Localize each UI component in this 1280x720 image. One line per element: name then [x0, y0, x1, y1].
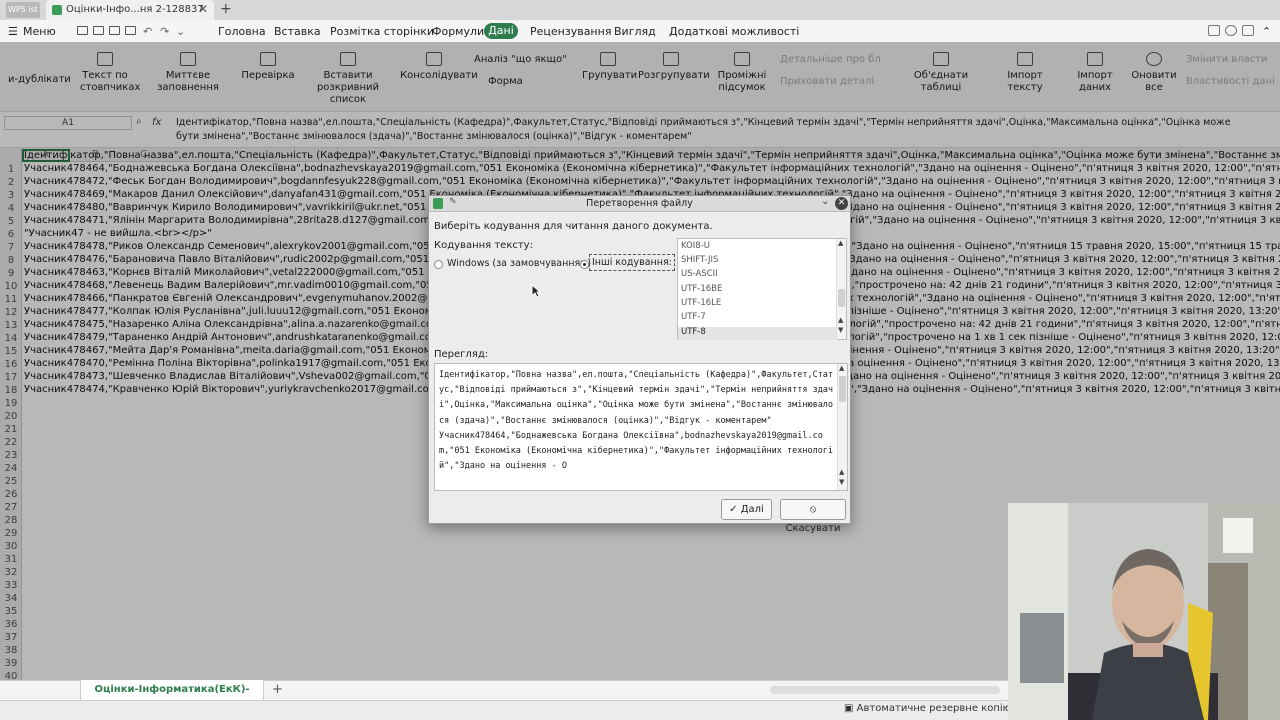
backup-icon: ▣	[844, 703, 857, 714]
open-folder-icon[interactable]	[77, 26, 88, 35]
settings-icon[interactable]	[1225, 25, 1237, 36]
add-sheet-button[interactable]: +	[272, 682, 283, 697]
scroll-down-icon[interactable]: ▼	[839, 478, 844, 486]
encoding-label: Кодування тексту:	[434, 240, 533, 251]
new-tab-button[interactable]: +	[220, 1, 232, 17]
radio-windows-label[interactable]: Windows (за замовчуванням)	[447, 258, 591, 269]
close-icon[interactable]: ✕	[835, 197, 848, 210]
cancel-label: Скасувати	[785, 523, 841, 534]
dialog-title: Перетворення файлу	[586, 198, 693, 209]
autosave-status: ▣ Автоматичне резервне копіюван	[844, 703, 1030, 714]
scroll-up-icon[interactable]: ▲	[838, 239, 843, 247]
encoding-option[interactable]: US-ASCII	[681, 269, 718, 279]
document-tab-label: Оцінки-Інфо...ня 2-128837	[66, 4, 204, 15]
preview-scrollbar[interactable]: ▲ ▲ ▼	[837, 364, 847, 490]
encoding-option[interactable]: UTF-16LE	[681, 298, 721, 308]
save-icon[interactable]	[93, 26, 104, 35]
radio-other-encoding[interactable]	[580, 260, 589, 269]
preview-text: Ідентифікатор,"Повна назва",ел.пошта,"Сп…	[439, 370, 834, 472]
preview-label: Перегляд:	[434, 349, 489, 360]
next-button[interactable]: ✓ Далі	[721, 499, 772, 520]
scroll-up-icon[interactable]: ▲	[839, 364, 844, 372]
spreadsheet-icon	[52, 5, 62, 15]
cancel-icon: ⦸	[809, 504, 817, 515]
webcam-video	[1008, 503, 1280, 720]
help-icon[interactable]	[1242, 25, 1254, 36]
preview-box: Ідентифікатор,"Повна назва",ел.пошта,"Сп…	[434, 363, 848, 491]
check-icon: ✓	[729, 504, 741, 515]
close-tab-icon[interactable]: ✕	[198, 2, 208, 16]
tab-bar: WPS ist Оцінки-Інфо...ня 2-128837 ✕ +	[0, 0, 1280, 20]
tab-data[interactable]: Дані	[484, 23, 518, 39]
radio-windows[interactable]	[434, 260, 443, 269]
horizontal-scrollbar[interactable]	[770, 686, 1000, 694]
scroll-up-icon[interactable]: ▲	[839, 468, 844, 476]
menu-bar: ☰ Меню ↶ ↷ ⌄ Головна Вставка Розмітка ст…	[0, 20, 1280, 42]
scroll-up-icon[interactable]: ▲	[838, 316, 843, 324]
encoding-option-selected[interactable]: UTF-8	[681, 327, 706, 337]
next-label: Далі	[740, 504, 764, 515]
encoding-list-scrollbar[interactable]: ▲ ▲ ▼	[836, 239, 846, 339]
tab-formulas[interactable]: Формули	[432, 25, 484, 38]
scroll-down-icon[interactable]: ▼	[838, 326, 843, 334]
autosave-text: Автоматичне резервне копіюван	[856, 703, 1030, 714]
tab-insert[interactable]: Вставка	[274, 25, 321, 38]
document-tab[interactable]: Оцінки-Інфо...ня 2-128837 ✕	[46, 0, 214, 20]
redo-icon[interactable]: ↷	[160, 25, 169, 38]
encoding-option[interactable]: KOI8-U	[681, 241, 710, 251]
wps-home-tab[interactable]: WPS ist	[6, 2, 40, 18]
encoding-option[interactable]: UTF-16BE	[681, 284, 722, 294]
file-conversion-dialog: ✎ Перетворення файлу ⌄ ✕ Виберіть кодува…	[428, 195, 851, 534]
sheet-tab[interactable]: Оцінки-Інформатика(ЕкК)-Модульн	[80, 680, 264, 715]
preview-icon[interactable]	[125, 26, 136, 35]
print-icon[interactable]	[109, 26, 120, 35]
radio-other-encoding-label[interactable]: Інші кодування:	[589, 254, 675, 271]
undo-icon[interactable]: ↶	[143, 25, 152, 38]
share-icon[interactable]	[1208, 25, 1220, 36]
cancel-button[interactable]: ⦸ Скасувати	[780, 499, 846, 534]
scroll-thumb[interactable]	[838, 289, 845, 307]
scroll-thumb[interactable]	[839, 376, 846, 402]
encoding-option[interactable]: UTF-7	[681, 312, 706, 322]
tab-review[interactable]: Рецензування	[530, 25, 611, 38]
mouse-cursor-icon	[531, 284, 541, 298]
dialog-title-bar: ✎ Перетворення файлу ⌄ ✕	[429, 196, 850, 212]
ribbon-collapse-icon[interactable]: ⌃	[1262, 25, 1271, 38]
minimize-icon[interactable]: ⌄	[821, 196, 829, 207]
tab-extras[interactable]: Додаткові можливості	[669, 25, 799, 38]
menu-button[interactable]: Меню	[23, 25, 56, 38]
dialog-instruction: Виберіть кодування для читання даного до…	[434, 221, 713, 232]
tab-page-layout[interactable]: Розмітка сторінки	[330, 25, 434, 38]
tab-home[interactable]: Головна	[218, 25, 266, 38]
hamburger-icon[interactable]: ☰	[8, 25, 18, 38]
encoding-list[interactable]: KOI8-U SHIFT-JIS US-ASCII UTF-16BE UTF-1…	[677, 238, 847, 340]
encoding-option[interactable]: SHIFT-JIS	[681, 255, 718, 265]
webcam-presenter-image	[1008, 503, 1280, 720]
chevron-down-icon[interactable]: ⌄	[176, 25, 185, 38]
tab-view[interactable]: Вигляд	[614, 25, 656, 38]
